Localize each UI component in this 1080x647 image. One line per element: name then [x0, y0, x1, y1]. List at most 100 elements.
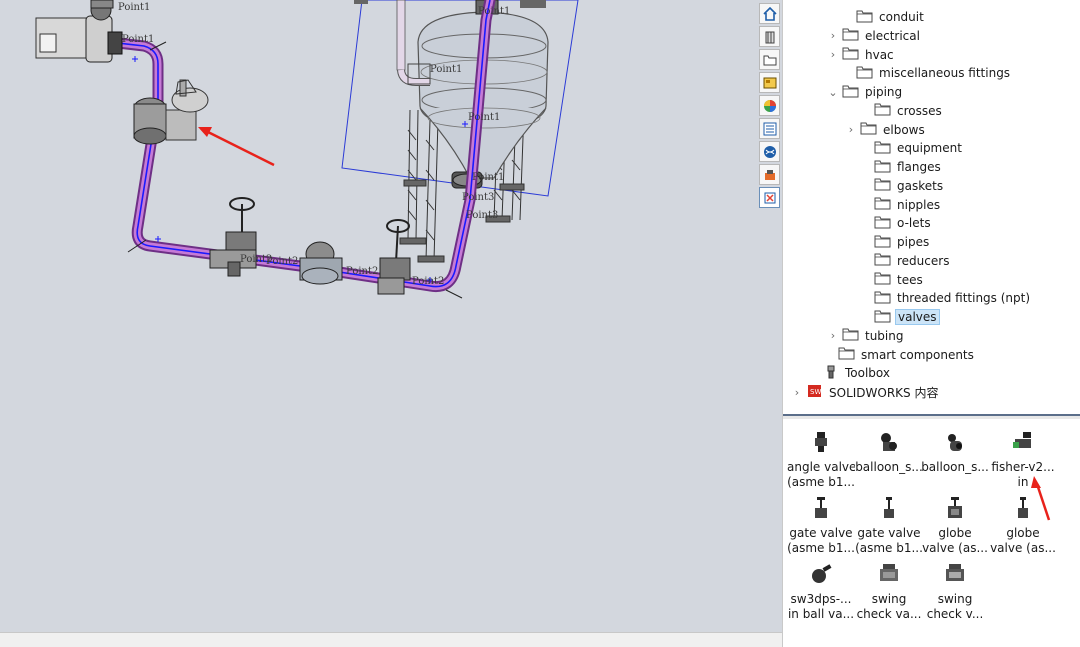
view-palette-icon[interactable] — [759, 72, 780, 93]
chevron-right-icon — [823, 346, 835, 364]
library-component[interactable]: balloon_s... — [921, 430, 989, 496]
tree-item[interactable]: › elbows — [845, 121, 927, 139]
chevron-right-icon[interactable]: › — [827, 27, 839, 45]
library-component[interactable]: swing check v... — [921, 562, 989, 628]
folder-icon — [856, 65, 877, 82]
chevron-right-icon[interactable]: › — [827, 46, 839, 64]
chevron-right-icon — [859, 102, 871, 120]
solidworks-forum-icon[interactable] — [759, 141, 780, 162]
chevron-right-icon — [841, 8, 853, 26]
folder-icon — [874, 234, 895, 251]
tree-item[interactable]: crosses — [859, 102, 944, 120]
tree-item[interactable]: flanges — [859, 158, 943, 176]
point-label: Point2 — [266, 256, 298, 267]
tree-item-label: hvac — [865, 47, 894, 62]
folder-icon — [856, 9, 877, 26]
tree-item[interactable]: smart components — [823, 346, 976, 364]
folder-icon — [874, 271, 895, 288]
tree-item-label: piping — [865, 85, 903, 99]
library-folder-tree: conduit › electrical › hvac miscellaneous fit… — [783, 0, 1080, 410]
component-name-line1: gate valve — [857, 526, 921, 540]
graphics-viewport[interactable]: Point1 Point1 Point1 Point1 Point1 Point… — [0, 0, 756, 632]
library-component[interactable]: globe valve (as... — [989, 496, 1057, 562]
valve-thumbnail-icon — [855, 430, 923, 460]
tree-item[interactable]: reducers — [859, 252, 951, 270]
folder-icon — [874, 215, 895, 232]
folder-icon — [874, 102, 895, 119]
tree-item[interactable]: › SW SOLIDWORKS 内容 — [791, 383, 940, 401]
pump-equipment — [35, 0, 123, 63]
parts-library-icon[interactable] — [759, 26, 780, 47]
strainer-model — [299, 241, 343, 285]
valve-thumbnail-icon — [855, 496, 923, 526]
library-component[interactable]: sw3dps-... in ball va... — [787, 562, 855, 628]
component-name-line2: valve (as... — [922, 541, 988, 555]
tree-item[interactable]: Toolbox — [807, 364, 892, 382]
tree-item[interactable]: › hvac — [827, 46, 896, 64]
tree-item[interactable]: nipples — [859, 196, 942, 214]
tree-item-label: smart components — [861, 347, 974, 362]
tree-item[interactable]: o-lets — [859, 214, 933, 232]
library-component[interactable]: balloon_s... — [855, 430, 923, 496]
library-component[interactable]: gate valve (asme b1... — [855, 496, 923, 562]
valve-thumbnail-icon — [787, 496, 855, 526]
chevron-down-icon[interactable]: ⌄ — [827, 83, 839, 101]
tree-item[interactable]: valves — [859, 308, 940, 326]
chevron-right-icon — [859, 233, 871, 251]
library-component[interactable]: fisher-v2... in — [989, 430, 1057, 496]
point-label: Point1 — [468, 112, 500, 123]
3d-content-icon[interactable] — [759, 164, 780, 185]
valve-thumbnail-icon — [855, 562, 923, 592]
tree-item[interactable]: gaskets — [859, 177, 945, 195]
valve-thumbnail-icon — [787, 562, 855, 592]
component-name-line2: (asme b1... — [787, 475, 855, 489]
toolbox-icon — [822, 365, 843, 382]
library-component[interactable]: globe valve (as... — [921, 496, 989, 562]
custom-properties-icon[interactable] — [759, 118, 780, 139]
tree-item[interactable]: tees — [859, 271, 925, 289]
tree-item[interactable]: › electrical — [827, 27, 922, 45]
tree-item[interactable]: miscellaneous fittings — [841, 64, 1012, 82]
pane-splitter[interactable] — [783, 414, 1080, 419]
component-name-line1: globe — [1006, 526, 1040, 540]
folder-icon — [874, 290, 895, 307]
tree-item-label: Toolbox — [845, 366, 890, 381]
point-label: Point3 — [462, 192, 494, 203]
chevron-right-icon[interactable]: › — [791, 383, 803, 401]
chevron-right-icon — [859, 252, 871, 270]
folder-icon — [874, 177, 895, 194]
tree-item-label: tubing — [865, 328, 904, 343]
point-label: Point3 — [466, 210, 498, 221]
tree-item[interactable]: equipment — [859, 139, 964, 157]
tree-item[interactable]: ⌄ piping — [827, 83, 904, 101]
tree-item[interactable]: threaded fittings (npt) — [859, 289, 1032, 307]
point-label: Point1 — [122, 34, 154, 45]
file-explorer-icon[interactable] — [759, 49, 780, 70]
point-label: Point1 — [118, 2, 150, 13]
component-name-line1: gate valve — [789, 526, 853, 540]
component-name-line2: (asme b1... — [855, 541, 923, 555]
folder-icon — [874, 252, 895, 269]
component-name-line1: swing — [871, 592, 907, 606]
library-component[interactable]: angle valve (asme b1... — [787, 430, 855, 496]
library-component[interactable]: swing check va... — [855, 562, 923, 628]
chevron-right-icon — [841, 64, 853, 82]
folder-icon — [860, 121, 881, 138]
tree-item-label: equipment — [897, 141, 962, 156]
component-name-line1: angle valve — [787, 460, 855, 474]
appearances-icon[interactable] — [759, 95, 780, 116]
library-component[interactable]: gate valve (asme b1... — [787, 496, 855, 562]
tree-item[interactable]: › tubing — [827, 327, 905, 345]
folder-icon — [838, 346, 859, 363]
home-icon[interactable] — [759, 3, 780, 24]
tree-item[interactable]: conduit — [841, 8, 926, 26]
piping-assembly-drawing[interactable]: Point1 Point1 Point1 Point1 Point1 Point… — [0, 0, 756, 632]
tree-item-label: o-lets — [897, 216, 931, 231]
solidworks-content-icon: SW — [806, 384, 827, 401]
tree-item[interactable]: pipes — [859, 233, 931, 251]
chevron-right-icon[interactable]: › — [827, 327, 839, 345]
chevron-right-icon[interactable]: › — [845, 121, 857, 139]
folder-icon — [842, 27, 863, 44]
tree-item-label: tees — [897, 272, 923, 287]
design-library-icon[interactable] — [759, 187, 780, 208]
